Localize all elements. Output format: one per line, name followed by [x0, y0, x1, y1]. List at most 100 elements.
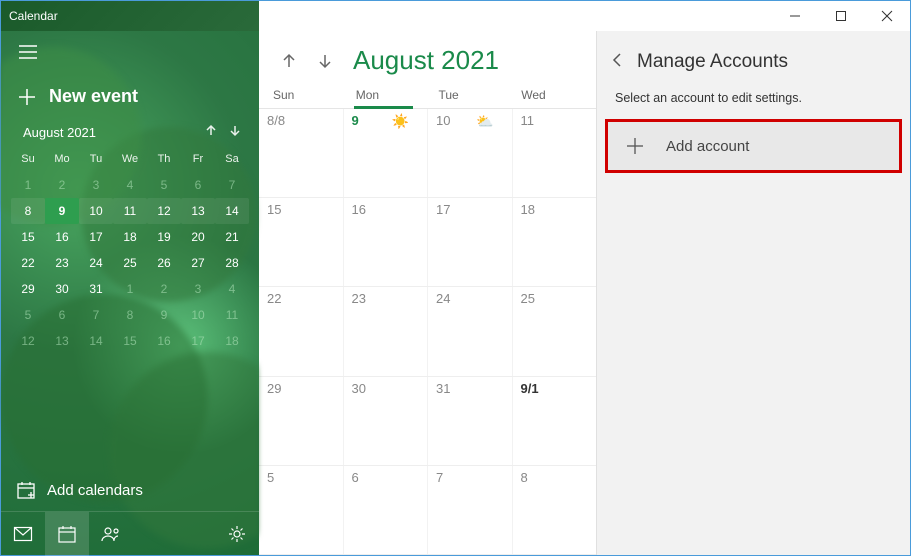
mini-dow-cell: Mo [45, 146, 79, 172]
panel-back-button[interactable] [611, 53, 623, 72]
minimize-button[interactable] [772, 1, 818, 31]
mini-cal-day[interactable]: 25 [113, 250, 147, 276]
calendar-day[interactable]: 25 [513, 287, 597, 375]
mini-cal-day[interactable]: 1 [113, 276, 147, 302]
mini-cal-day[interactable]: 23 [45, 250, 79, 276]
mini-cal-day[interactable]: 22 [11, 250, 45, 276]
calendar-day[interactable]: 23 [344, 287, 429, 375]
plus-icon [626, 137, 644, 155]
mini-cal-day[interactable]: 17 [181, 328, 215, 354]
calendar-day[interactable]: 8/8 [259, 109, 344, 197]
mail-icon [14, 527, 32, 541]
mini-cal-day[interactable]: 18 [215, 328, 249, 354]
menu-button[interactable] [1, 31, 259, 78]
mini-cal-day[interactable]: 10 [79, 198, 113, 224]
mini-cal-day[interactable]: 27 [181, 250, 215, 276]
mini-cal-day[interactable]: 11 [215, 302, 249, 328]
day-number: 31 [436, 381, 450, 396]
mini-cal-day[interactable]: 7 [79, 302, 113, 328]
settings-button[interactable] [215, 512, 259, 556]
calendar-day[interactable]: 10⛅ [428, 109, 513, 197]
mini-cal-day[interactable]: 31 [79, 276, 113, 302]
prev-range-button[interactable] [275, 47, 303, 75]
mini-cal-day[interactable]: 26 [147, 250, 181, 276]
mini-cal-day[interactable]: 5 [147, 172, 181, 198]
mail-button[interactable] [1, 512, 45, 556]
day-number: 8/8 [267, 113, 285, 128]
calendar-grid: 8/8 9☀️10⛅11 15 1617 18 22 232425 2930 31 9/1 5678 [259, 108, 596, 555]
day-number: 18 [521, 202, 535, 217]
mini-cal-day[interactable]: 5 [11, 302, 45, 328]
calendar-day[interactable]: 22 [259, 287, 344, 375]
mini-cal-day[interactable]: 8 [113, 302, 147, 328]
mini-cal-day[interactable]: 11 [113, 198, 147, 224]
mini-cal-day[interactable]: 16 [45, 224, 79, 250]
mini-prev-button[interactable] [199, 125, 223, 140]
calendar-day[interactable]: 30 [344, 377, 429, 465]
mini-cal-day[interactable]: 13 [45, 328, 79, 354]
calendar-button[interactable] [45, 512, 89, 556]
mini-cal-day[interactable]: 1 [11, 172, 45, 198]
mini-cal-day[interactable]: 9 [147, 302, 181, 328]
mini-cal-day[interactable]: 16 [147, 328, 181, 354]
add-account-button[interactable]: Add account [605, 119, 902, 173]
people-button[interactable] [89, 512, 133, 556]
mini-cal-day[interactable]: 12 [147, 198, 181, 224]
gear-icon [228, 525, 246, 543]
mini-cal-day[interactable]: 6 [45, 302, 79, 328]
mini-cal-day[interactable]: 29 [11, 276, 45, 302]
mini-cal-day[interactable]: 2 [147, 276, 181, 302]
mini-cal-day[interactable]: 13 [181, 198, 215, 224]
calendar-icon [58, 525, 76, 543]
day-number: 22 [267, 291, 281, 306]
calendar-day[interactable]: 7 [428, 466, 513, 554]
mini-cal-day[interactable]: 15 [113, 328, 147, 354]
mini-cal-day[interactable]: 7 [215, 172, 249, 198]
calendar-day[interactable]: 5 [259, 466, 344, 554]
mini-cal-day[interactable]: 8 [11, 198, 45, 224]
mini-cal-day[interactable]: 4 [215, 276, 249, 302]
mini-cal-day[interactable]: 30 [45, 276, 79, 302]
maximize-button[interactable] [818, 1, 864, 31]
mini-cal-day[interactable]: 6 [181, 172, 215, 198]
calendar-day[interactable]: 16 [344, 198, 429, 286]
mini-cal-day[interactable]: 10 [181, 302, 215, 328]
calendar-day[interactable]: 24 [428, 287, 513, 375]
calendar-day[interactable]: 29 [259, 377, 344, 465]
add-calendars-button[interactable]: Add calendars [1, 469, 259, 511]
calendar-day[interactable]: 31 [428, 377, 513, 465]
mini-cal-row: 12131415161718 [1, 328, 259, 354]
mini-cal-day[interactable]: 4 [113, 172, 147, 198]
calendar-day[interactable]: 11 [513, 109, 597, 197]
mini-cal-day[interactable]: 28 [215, 250, 249, 276]
calendar-day[interactable]: 9☀️ [344, 109, 429, 197]
mini-dow-cell: We [113, 146, 147, 172]
calendar-day[interactable]: 8 [513, 466, 597, 554]
mini-cal-day[interactable]: 3 [79, 172, 113, 198]
mini-cal-day[interactable]: 15 [11, 224, 45, 250]
calendar-day[interactable]: 9/1 [513, 377, 597, 465]
calendar-day[interactable]: 18 [513, 198, 597, 286]
mini-cal-day[interactable]: 2 [45, 172, 79, 198]
mini-cal-day[interactable]: 18 [113, 224, 147, 250]
mini-cal-day[interactable]: 3 [181, 276, 215, 302]
mini-cal-day[interactable]: 19 [147, 224, 181, 250]
mini-cal-day[interactable]: 24 [79, 250, 113, 276]
mini-cal-day[interactable]: 9 [45, 198, 79, 224]
mini-cal-day[interactable]: 20 [181, 224, 215, 250]
calendar-day[interactable]: 15 [259, 198, 344, 286]
close-button[interactable] [864, 1, 910, 31]
calendar-day[interactable]: 17 [428, 198, 513, 286]
day-number: 15 [267, 202, 281, 217]
mini-cal-day[interactable]: 21 [215, 224, 249, 250]
mini-cal-day[interactable]: 17 [79, 224, 113, 250]
new-event-button[interactable]: New event [1, 78, 259, 125]
calendar-day[interactable]: 6 [344, 466, 429, 554]
mini-cal-day[interactable]: 14 [79, 328, 113, 354]
mini-cal-row: 567891011 [1, 302, 259, 328]
mini-cal-day[interactable]: 12 [11, 328, 45, 354]
calendar-plus-icon [17, 481, 35, 499]
next-range-button[interactable] [311, 47, 339, 75]
mini-cal-day[interactable]: 14 [215, 198, 249, 224]
mini-next-button[interactable] [223, 125, 247, 140]
